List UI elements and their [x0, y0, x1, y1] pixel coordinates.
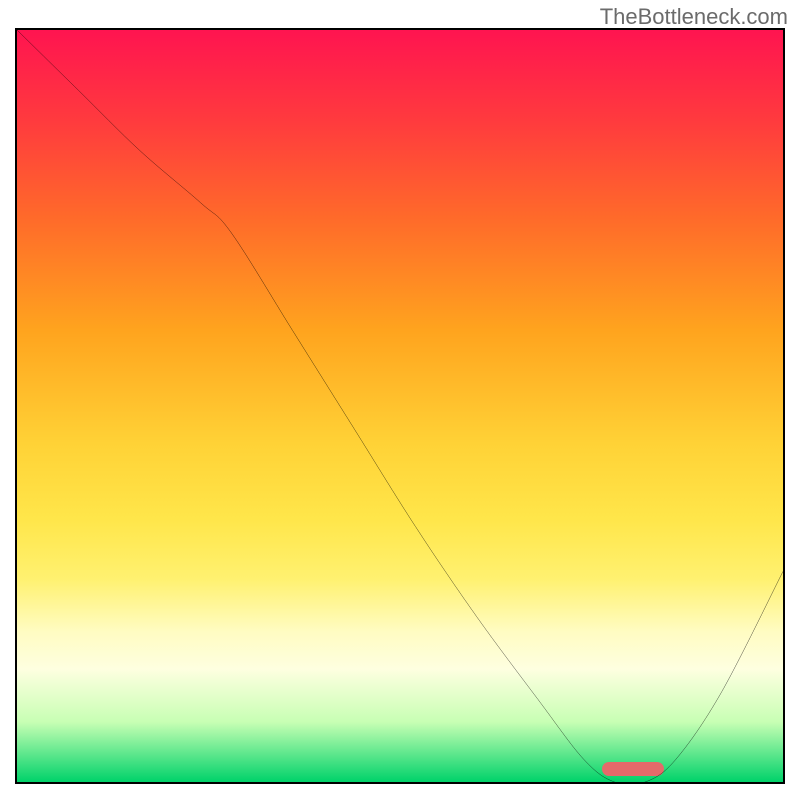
- watermark-text: TheBottleneck.com: [600, 4, 788, 30]
- plot-area: [15, 28, 785, 784]
- chart-canvas: TheBottleneck.com: [0, 0, 800, 800]
- bottleneck-curve: [17, 30, 783, 782]
